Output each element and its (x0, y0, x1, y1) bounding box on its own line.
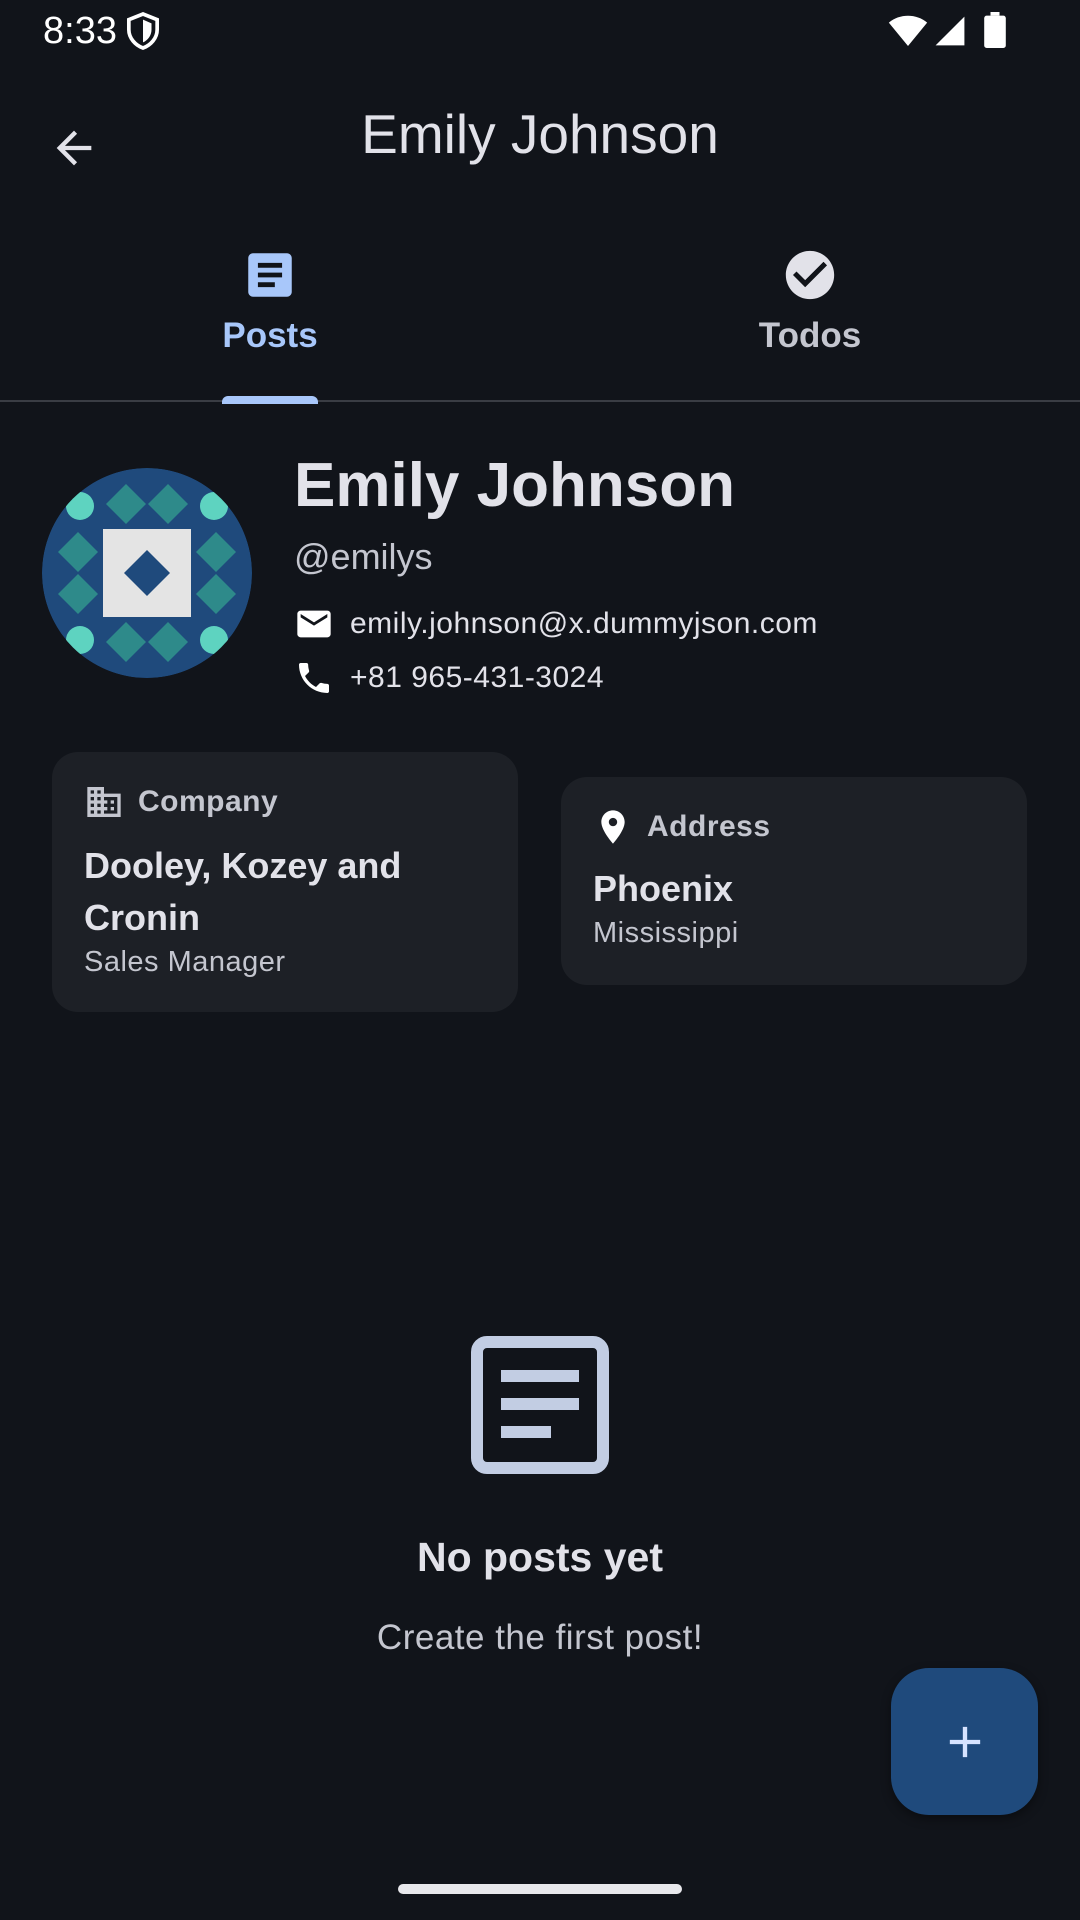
tab-posts[interactable]: Posts (0, 210, 540, 400)
phone-icon (299, 663, 329, 693)
status-bar: 8:33 (0, 0, 1080, 62)
status-time: 8:33 (43, 10, 117, 52)
article-outline-icon (471, 1336, 609, 1474)
signal-icon (935, 16, 965, 46)
profile-username: @emilys (294, 536, 433, 577)
empty-state-title: No posts yet (416, 1534, 664, 1580)
page-title: Emily Johnson (361, 103, 719, 165)
company-card-header: Company (84, 782, 278, 822)
tab-label: Posts (222, 316, 318, 355)
business-icon (87, 787, 121, 817)
screen: 8:33 Emily Johnson Posts Todos Emily Joh… (0, 0, 1080, 1920)
tab-todos[interactable]: Todos (540, 210, 1080, 400)
check-circle-icon (785, 250, 835, 300)
company-card: Company Dooley, Kozey and Cronin Sales M… (52, 752, 518, 1012)
email-icon (297, 610, 331, 638)
email-row: emily.johnson@x.dummyjson.com (294, 602, 818, 646)
tab-indicator (222, 396, 318, 404)
address-card-header: Address (593, 807, 771, 847)
avatar (42, 468, 252, 678)
navigation-handle[interactable] (398, 1884, 682, 1894)
company-name-line1: Dooley, Kozey and (84, 845, 402, 886)
add-icon (949, 1726, 980, 1757)
company-heading: Company (138, 785, 279, 818)
address-state: Mississippi (593, 917, 739, 949)
article-icon (248, 253, 292, 297)
address-heading: Address (647, 810, 771, 843)
wifi-icon (888, 15, 928, 46)
tab-label: Todos (758, 316, 862, 355)
profile-name: Emily Johnson (294, 451, 735, 520)
phone-row: +81 965-431-3024 (294, 656, 604, 700)
address-city: Phoenix (593, 868, 734, 909)
tab-bar: Posts Todos (0, 210, 1080, 404)
email-text: emily.johnson@x.dummyjson.com (350, 607, 818, 640)
empty-state-subtitle: Create the first post! (376, 1618, 704, 1657)
phone-text: +81 965-431-3024 (350, 661, 605, 694)
shield-icon (126, 12, 160, 50)
app-bar: Emily Johnson (0, 62, 1080, 210)
company-name-line2: Cronin (84, 897, 200, 938)
address-card: Address Phoenix Mississippi (561, 777, 1027, 985)
location-pin-icon (601, 810, 625, 844)
battery-icon (984, 12, 1006, 48)
add-post-button[interactable] (891, 1668, 1038, 1815)
job-title: Sales Manager (84, 946, 286, 978)
